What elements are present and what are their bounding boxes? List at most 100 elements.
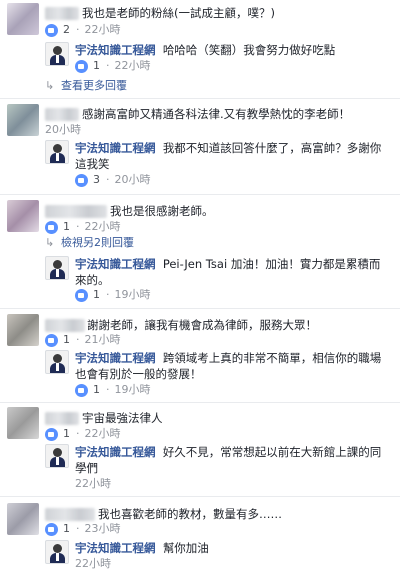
like-icon [45, 522, 58, 536]
separator-dot: · [106, 59, 110, 72]
reply-arrow-icon: ↳ [45, 236, 55, 249]
page-avatar[interactable] [45, 256, 69, 280]
view-more-replies-link[interactable]: ↳ 檢視另2則回覆 [45, 236, 134, 250]
like-icon [75, 59, 88, 73]
page-avatar[interactable] [45, 444, 69, 468]
like-count[interactable]: 1 [93, 59, 100, 73]
reply-meta: 1 · 19小時 [75, 383, 151, 397]
separator-dot: · [76, 333, 80, 346]
page-name-link[interactable]: 宇法知識工程網 [75, 43, 156, 57]
reply-time[interactable]: 22小時 [75, 557, 111, 571]
comment-meta: 1 · 22小時 [45, 220, 121, 234]
comment-time[interactable]: 20小時 [45, 123, 81, 137]
reply-time[interactable]: 22小時 [115, 59, 151, 73]
page-name-link[interactable]: 宇法知識工程網 [75, 257, 156, 271]
page-name-link[interactable]: 宇法知識工程網 [75, 541, 156, 555]
comment-time[interactable]: 22小時 [85, 220, 121, 234]
separator-dot: · [76, 427, 80, 440]
commenter-name-blurred[interactable] [45, 7, 79, 20]
thread-divider [0, 402, 400, 403]
reply-body: 幫你加油 [162, 541, 209, 555]
thread-divider [0, 194, 400, 195]
comment-text: 我也是老師的粉絲(一試成主顧，噗？) [82, 6, 275, 20]
commenter-avatar[interactable] [7, 314, 39, 346]
reply-body-line1: 我都不知道該回答什麼了，高富帥？多謝你 [162, 141, 382, 155]
commenter-name-blurred[interactable] [45, 108, 79, 121]
like-count[interactable]: 3 [93, 173, 100, 187]
comment-text: 我也喜歡老師的教材，數量有多…… [98, 507, 282, 521]
reply-body-line2: 也會有別於一般的發展！ [75, 367, 202, 381]
separator-dot: · [76, 220, 80, 233]
reply-meta: 22小時 [75, 557, 111, 571]
page-avatar[interactable] [45, 140, 69, 164]
commenter-avatar[interactable] [7, 104, 39, 136]
like-count[interactable]: 1 [93, 383, 100, 397]
like-count[interactable]: 1 [63, 333, 70, 347]
reply-time[interactable]: 22小時 [75, 477, 111, 491]
like-count[interactable]: 1 [93, 288, 100, 302]
like-icon [45, 427, 58, 441]
comment-time[interactable]: 23小時 [85, 522, 121, 536]
commenter-avatar[interactable] [7, 3, 39, 35]
reply-body-line2: 這我笑 [75, 157, 110, 171]
view-more-replies-link[interactable]: ↳ 查看更多回覆 [45, 79, 127, 93]
comment-time[interactable]: 21小時 [85, 333, 121, 347]
reply-time[interactable]: 19小時 [115, 288, 151, 302]
like-icon [75, 173, 88, 187]
page-avatar[interactable] [45, 350, 69, 374]
reply-text: 宇法知識工程網 跨領域考上真的非常不簡單，相信你的職場 [75, 350, 381, 366]
page-name-link[interactable]: 宇法知識工程網 [75, 445, 156, 459]
page-avatar[interactable] [45, 42, 69, 66]
page-name-link[interactable]: 宇法知識工程網 [75, 351, 156, 365]
comment-text: 宇宙最強法律人 [82, 411, 163, 425]
comment-meta: 2 · 22小時 [45, 23, 121, 37]
reply-body-line1: 好久不見，常常想起以前在大新館上課的同 [162, 445, 382, 459]
reply-meta: 1 · 22小時 [75, 59, 151, 73]
reply-body-line2: 來的。 [75, 273, 110, 287]
comment-meta: 1 · 21小時 [45, 333, 121, 347]
reply-text: 宇法知識工程網 好久不見，常常想起以前在大新館上課的同 [75, 444, 381, 460]
commenter-name-blurred[interactable] [45, 319, 85, 332]
reply-body: 哈哈哈（笑翻）我會努力做好吃點 [162, 43, 336, 57]
reply-meta: 1 · 19小時 [75, 288, 151, 302]
commenter-avatar[interactable] [7, 503, 39, 535]
like-count[interactable]: 1 [63, 427, 70, 441]
view-more-replies-label: 檢視另2則回覆 [61, 236, 134, 249]
reply-meta: 22小時 [75, 477, 111, 491]
like-count[interactable]: 1 [63, 220, 70, 234]
reply-text: 宇法知識工程網 我都不知道該回答什麼了，高富帥？多謝你 [75, 140, 381, 156]
comment-meta: 1 · 22小時 [45, 427, 121, 441]
separator-dot: · [106, 173, 110, 186]
like-count[interactable]: 1 [63, 522, 70, 536]
commenter-avatar[interactable] [7, 407, 39, 439]
comment-time[interactable]: 22小時 [85, 23, 121, 37]
separator-dot: · [106, 383, 110, 396]
commenter-name-blurred[interactable] [45, 205, 107, 218]
separator-dot: · [76, 522, 80, 535]
thread-divider [0, 308, 400, 309]
like-icon [45, 333, 58, 347]
commenter-name-blurred[interactable] [45, 508, 95, 521]
separator-dot: · [106, 288, 110, 301]
reply-arrow-icon: ↳ [45, 79, 55, 92]
page-name-link[interactable]: 宇法知識工程網 [75, 141, 156, 155]
comment-text: 謝謝老師，讓我有機會成為律師，服務大眾！ [87, 318, 317, 332]
reply-text: 宇法知識工程網 幫你加油 [75, 540, 209, 556]
comment-meta: 1 · 23小時 [45, 522, 121, 536]
reply-body-line2: 學們 [75, 461, 98, 475]
reply-text: 宇法知識工程網 Pei-Jen Tsai 加油！加油！實力都是累積而 [75, 256, 380, 272]
commenter-avatar[interactable] [7, 200, 39, 232]
reply-time[interactable]: 20小時 [115, 173, 151, 187]
like-icon [45, 23, 58, 37]
comment-meta: 20小時 [45, 123, 81, 137]
commenter-name-blurred[interactable] [45, 412, 79, 425]
like-icon [45, 220, 58, 234]
reply-meta: 3 · 20小時 [75, 173, 151, 187]
like-count[interactable]: 2 [63, 23, 70, 37]
comment-time[interactable]: 22小時 [85, 427, 121, 441]
comment-text: 我也是很感謝老師。 [110, 204, 214, 218]
like-icon [75, 383, 88, 397]
thread-divider [0, 98, 400, 99]
reply-time[interactable]: 19小時 [115, 383, 151, 397]
page-avatar[interactable] [45, 540, 69, 564]
